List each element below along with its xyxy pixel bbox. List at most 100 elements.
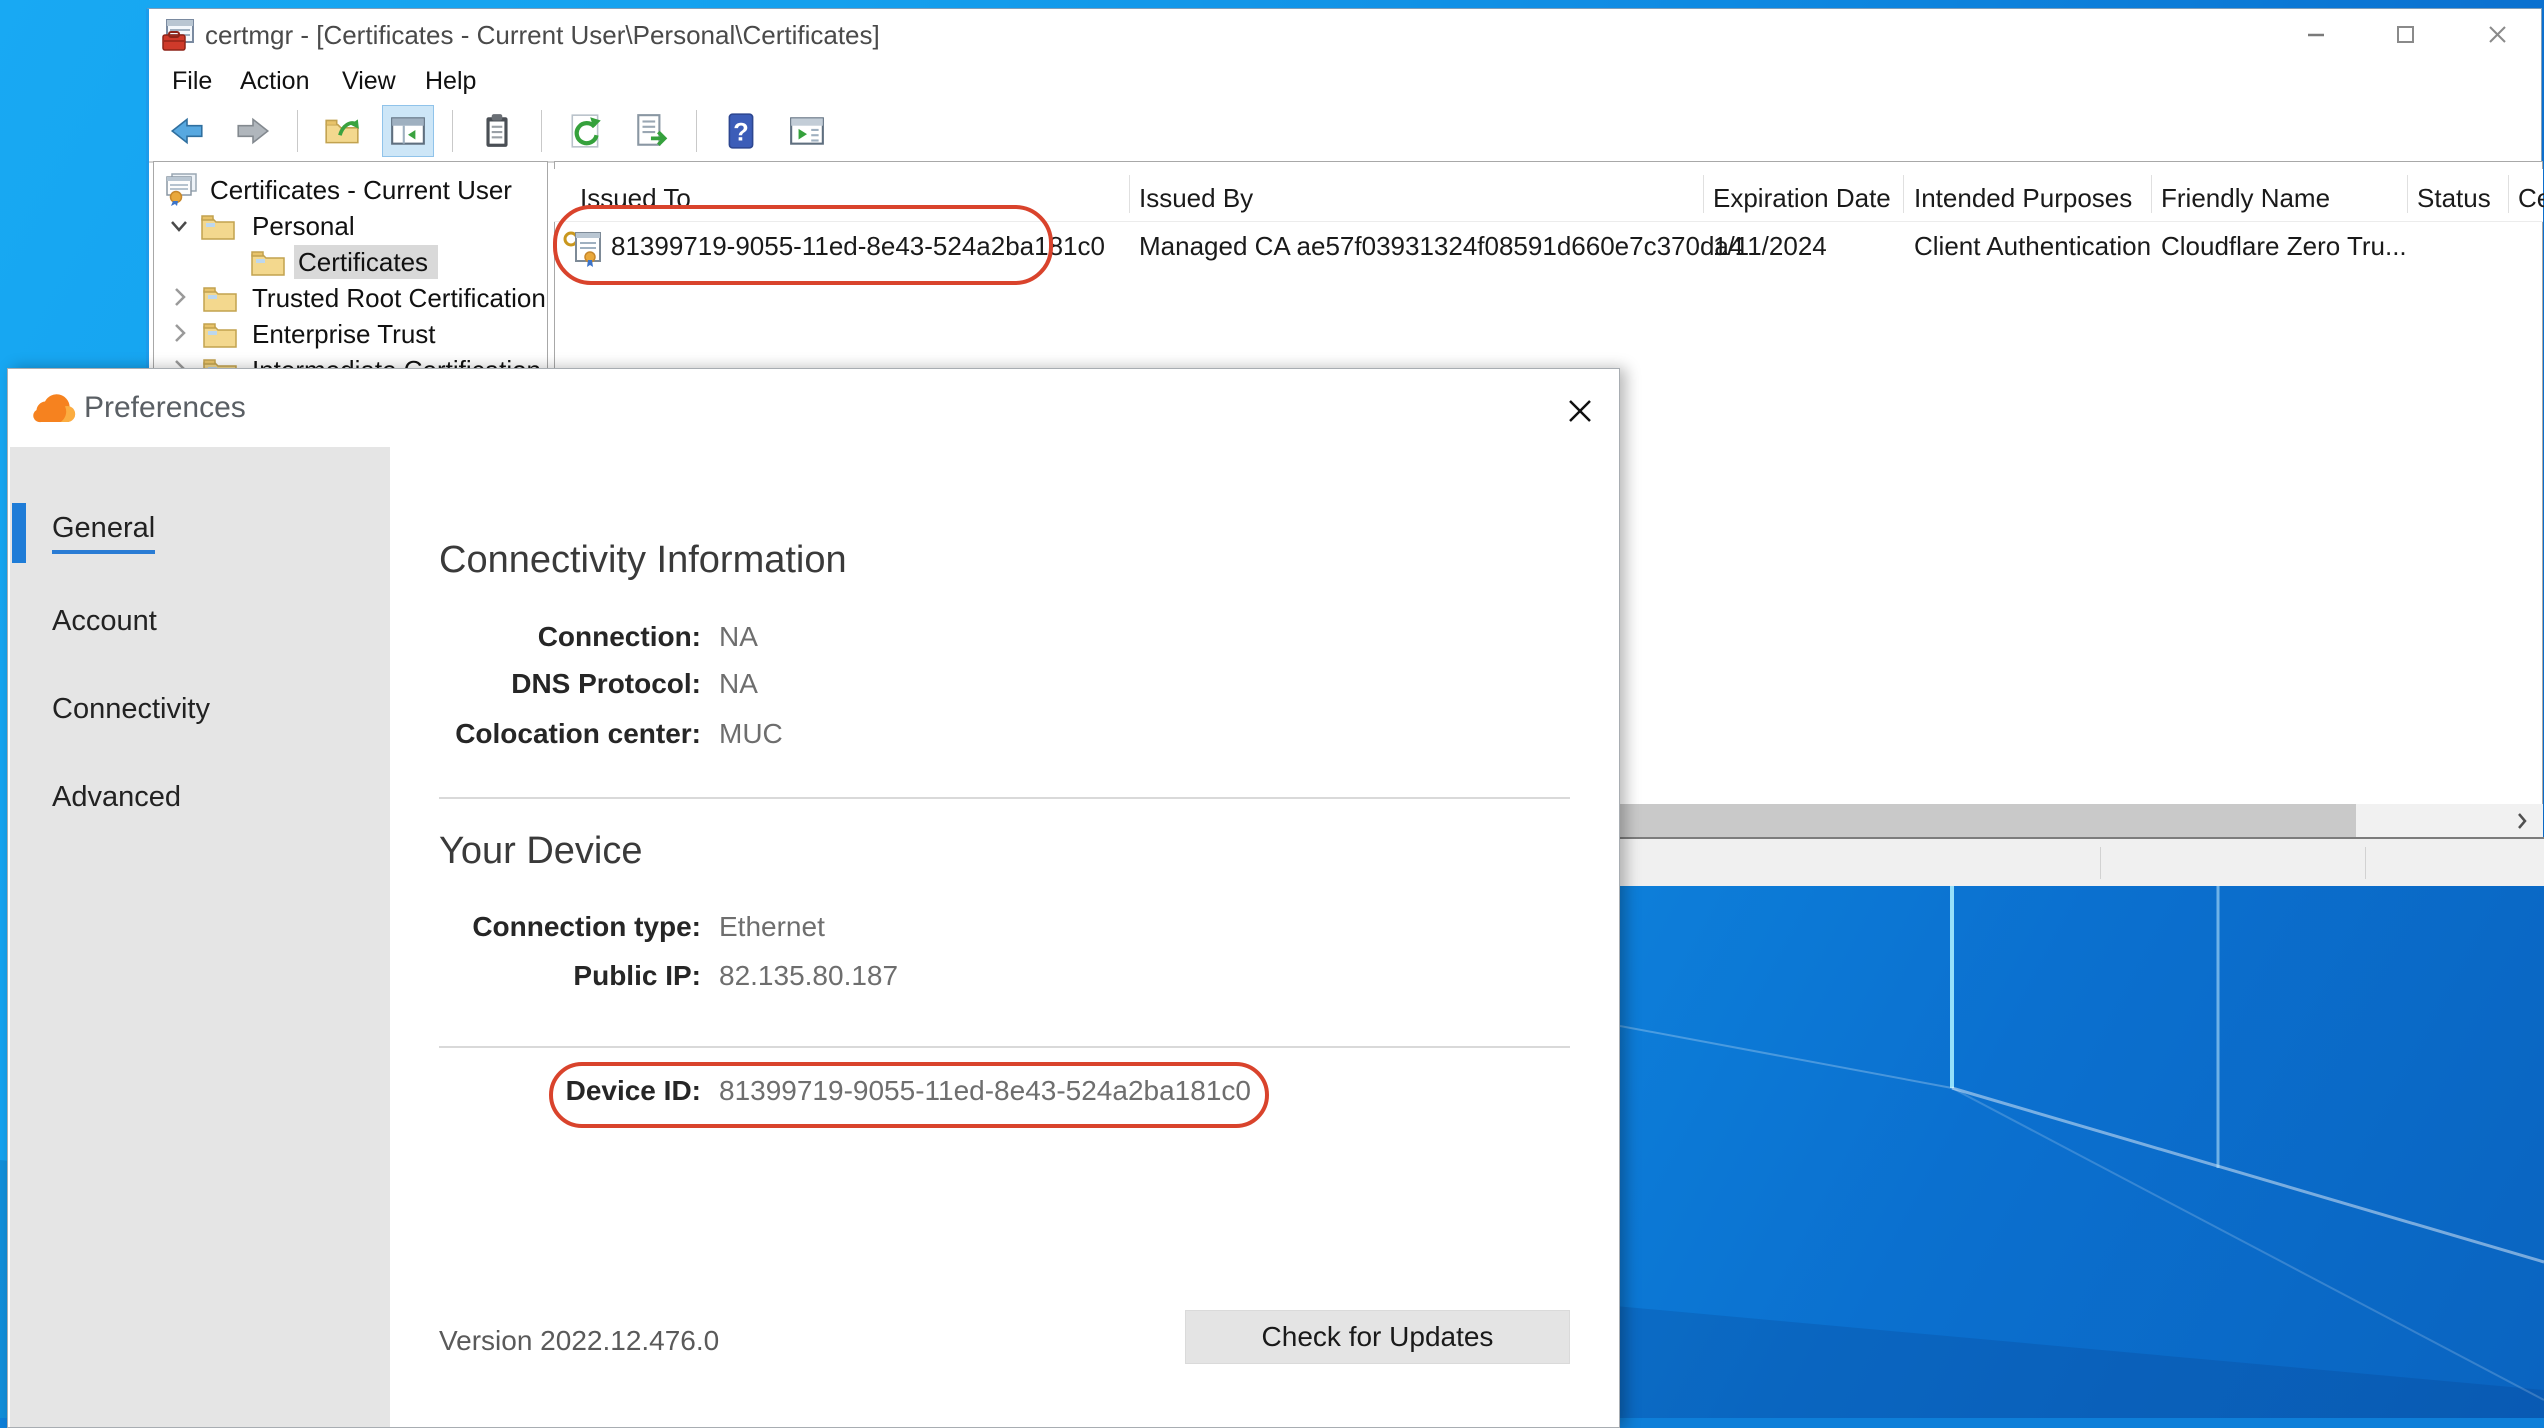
column-separator[interactable] (1903, 175, 1904, 213)
statusbar-separator (2365, 847, 2366, 879)
forward-button[interactable] (227, 105, 279, 157)
tree-item-label: Enterprise Trust (252, 319, 436, 350)
help-button[interactable]: ? (715, 105, 767, 157)
nav-label: Connectivity (52, 693, 210, 726)
row-label: Connection type: (439, 911, 701, 943)
device-id-value: 81399719-9055-11ed-8e43-524a2ba181c0 (719, 1075, 1251, 1107)
column-separator[interactable] (2407, 175, 2408, 213)
column-header-expiration-date[interactable]: Expiration Date (1713, 183, 1891, 214)
minimize-button[interactable] (2284, 11, 2348, 57)
list-header-row: Issued To Issued By Expiration Date Inte… (554, 169, 2543, 222)
menu-help[interactable]: Help (419, 61, 482, 101)
check-for-updates-button[interactable]: Check for Updates (1185, 1310, 1570, 1364)
back-arrow-icon (168, 112, 206, 150)
info-row-colocation-center: Colocation center: MUC (439, 711, 1570, 757)
certificate-row[interactable]: 81399719-9055-11ed-8e43-524a2ba181c0 Man… (554, 225, 2543, 273)
certmgr-app-icon (161, 17, 197, 53)
close-x-icon (1561, 392, 1599, 430)
cell-issued-by: Managed CA ae57f03931324f08591d660e7c370… (1139, 231, 1743, 262)
back-button[interactable] (161, 105, 213, 157)
svg-text:?: ? (733, 119, 748, 147)
cell-expiration-date: 1/11/2024 (1713, 231, 1827, 262)
tree-item-certificates-current-user[interactable]: Certificates - Current User (154, 172, 547, 208)
row-value: NA (719, 668, 758, 700)
column-header-friendly-name[interactable]: Friendly Name (2161, 183, 2330, 214)
clipboard-icon (478, 112, 516, 150)
folder-icon (200, 211, 236, 241)
selected-tree-item: Certificates (294, 245, 438, 279)
info-row-public-ip: Public IP: 82.135.80.187 (439, 953, 1570, 999)
nav-item-connectivity[interactable]: Connectivity (10, 665, 390, 753)
menu-action[interactable]: Action (234, 61, 315, 101)
tree-item-enterprise-trust[interactable]: Enterprise Trust (154, 316, 547, 352)
toolbar-separator (696, 110, 697, 152)
window-play-icon (788, 112, 826, 150)
nav-item-advanced[interactable]: Advanced (10, 753, 390, 841)
refresh-button[interactable] (560, 105, 612, 157)
selected-indicator-bar (12, 503, 26, 563)
column-header-issued-to[interactable]: Issued To (580, 183, 691, 214)
folder-icon (202, 283, 238, 313)
statusbar-separator (2100, 847, 2101, 879)
up-one-level-button[interactable] (316, 105, 368, 157)
maximize-button[interactable] (2373, 11, 2437, 57)
column-header-intended-purposes[interactable]: Intended Purposes (1914, 183, 2132, 214)
show-window-button[interactable] (781, 105, 833, 157)
export-list-button[interactable] (626, 105, 678, 157)
row-label: Device ID: (439, 1075, 701, 1107)
dialog-close-button[interactable] (1550, 381, 1610, 441)
window-title: certmgr - [Certificates - Current User\P… (205, 9, 880, 61)
nav-item-account[interactable]: Account (10, 577, 390, 665)
preferences-sidebar: General Account Connectivity Advanced (10, 447, 390, 1427)
column-header-certificate[interactable]: Ce (2518, 183, 2544, 214)
chevron-right-icon[interactable] (170, 285, 190, 309)
nav-label: Account (52, 605, 157, 638)
chevron-down-icon[interactable] (168, 216, 190, 236)
menubar: File Action View Help (149, 61, 2541, 102)
paste-button[interactable] (471, 105, 523, 157)
nav-label: General (52, 512, 155, 554)
column-header-status[interactable]: Status (2417, 183, 2491, 214)
certificate-with-key-icon (562, 227, 608, 269)
minimize-icon (2301, 19, 2331, 49)
dialog-title: Preferences (84, 391, 246, 425)
close-button[interactable] (2465, 11, 2529, 57)
show-console-tree-button[interactable] (382, 105, 434, 157)
cell-issued-to: 81399719-9055-11ed-8e43-524a2ba181c0 (611, 231, 1105, 262)
section-divider (439, 797, 1570, 799)
nav-item-general[interactable]: General (10, 489, 390, 577)
menu-view[interactable]: View (336, 61, 402, 101)
tree-item-personal[interactable]: Personal (154, 208, 547, 244)
column-header-issued-by[interactable]: Issued By (1139, 183, 1253, 214)
info-row-dns-protocol: DNS Protocol: NA (439, 661, 1570, 707)
toolbar-separator (452, 110, 453, 152)
tree-item-label: Certificates (298, 247, 428, 278)
row-label: Connection: (439, 621, 701, 653)
scroll-right-arrow[interactable] (2501, 804, 2543, 837)
tree-item-trusted-root[interactable]: Trusted Root Certification Au (154, 280, 547, 316)
menu-file[interactable]: File (166, 61, 218, 101)
column-separator[interactable] (2151, 175, 2152, 213)
section-title-your-device: Your Device (439, 830, 643, 873)
refresh-icon (567, 112, 605, 150)
nav-label: Advanced (52, 781, 181, 814)
tree-item-label: Certificates - Current User (210, 175, 512, 206)
export-list-icon (633, 112, 671, 150)
section-divider (439, 1046, 1570, 1048)
column-separator[interactable] (1703, 175, 1704, 213)
info-row-connection: Connection: NA (439, 614, 1570, 660)
cell-friendly-name: Cloudflare Zero Tru... (2161, 231, 2407, 262)
column-separator[interactable] (2508, 175, 2509, 213)
toolbar-separator (297, 110, 298, 152)
chevron-right-icon[interactable] (170, 321, 190, 345)
tree-item-certificates[interactable]: Certificates (154, 244, 547, 280)
column-separator[interactable] (1129, 175, 1130, 213)
info-row-device-id: Device ID: 81399719-9055-11ed-8e43-524a2… (439, 1068, 1570, 1114)
cell-intended-purposes: Client Authentication (1914, 231, 2151, 262)
maximize-icon (2390, 19, 2420, 49)
row-value: Ethernet (719, 911, 825, 943)
section-title-connectivity-information: Connectivity Information (439, 539, 847, 582)
forward-arrow-icon (234, 112, 272, 150)
certmgr-titlebar[interactable]: certmgr - [Certificates - Current User\P… (149, 9, 2541, 61)
tree-item-label: Trusted Root Certification Au (252, 283, 548, 314)
